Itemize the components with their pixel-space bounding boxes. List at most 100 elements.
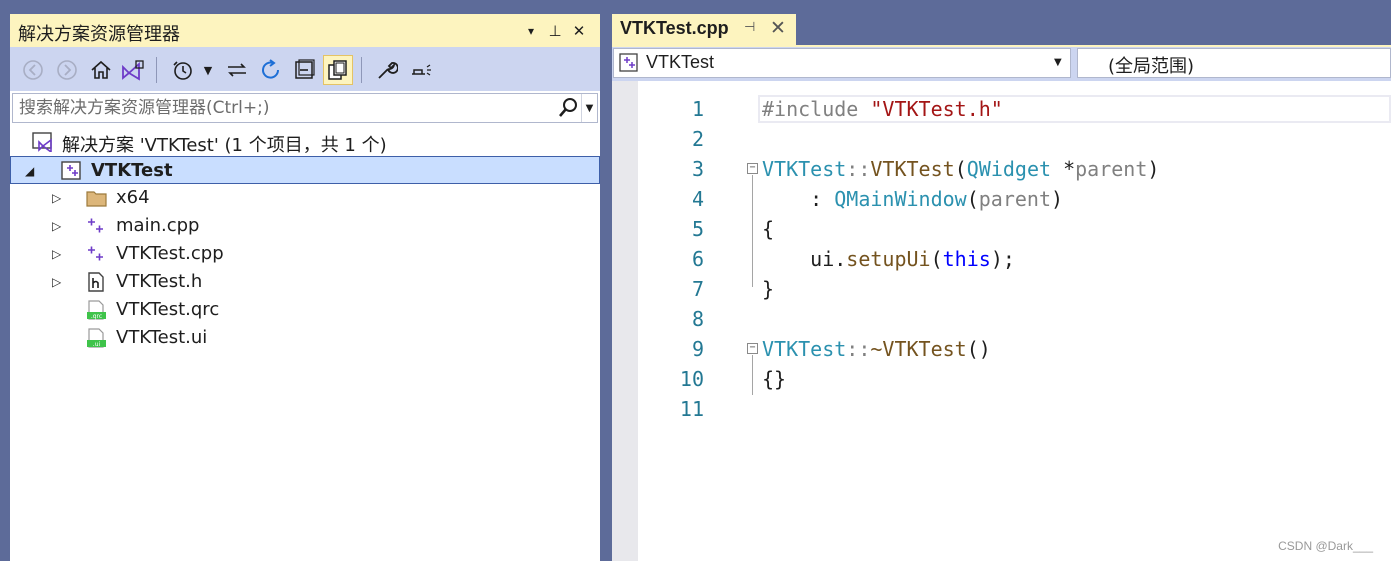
- identifier: ui: [762, 247, 835, 271]
- show-all-files-icon: [328, 60, 347, 80]
- code-text-area[interactable]: 1 2 3 4 5 6 7 8 9 10 11 − − #include "VT…: [612, 81, 1391, 561]
- ui-file-icon: .ui: [86, 328, 108, 348]
- string-literal: "VTKTest.h": [870, 97, 1003, 121]
- watermark: CSDN @Dark___: [1278, 539, 1373, 553]
- forward-button[interactable]: [52, 55, 82, 85]
- refresh-button[interactable]: [256, 55, 286, 85]
- punctuation: (: [930, 247, 943, 271]
- code-line-3: VTKTest::VTKTest(QWidget *parent): [762, 157, 1159, 181]
- solution-explorer-panel: 解决方案资源管理器 ▾ ⊥ ✕ ▼ 搜索解决方案资源管理器(Ctrl+;) ▼ …: [10, 14, 600, 561]
- chevron-down-icon: ▼: [203, 63, 213, 77]
- tree-item-label: VTKTest.cpp: [116, 243, 224, 264]
- collapse-region-icon[interactable]: −: [747, 163, 758, 174]
- filter-dropdown-button[interactable]: ▼: [200, 55, 216, 85]
- class-name: VTKTest: [762, 157, 847, 181]
- refresh-icon: [262, 59, 280, 79]
- solution-icon: [32, 132, 54, 154]
- pin-button[interactable]: ⊥: [544, 20, 566, 42]
- show-all-files-button[interactable]: [323, 55, 353, 85]
- line-number: 3: [691, 157, 704, 181]
- properties-button[interactable]: [372, 55, 402, 85]
- search-input[interactable]: [19, 96, 549, 120]
- line-number: 4: [691, 187, 704, 211]
- function-name: setupUi: [846, 247, 931, 271]
- line-number: 5: [691, 217, 704, 241]
- function-name: VTKTest: [870, 157, 955, 181]
- indicator-margin: [612, 81, 638, 561]
- project-dropdown[interactable]: VTKTest ▼: [613, 48, 1071, 78]
- punctuation: ): [1147, 157, 1160, 181]
- tree-item-vtktest-cpp[interactable]: ▷ VTKTest.cpp: [10, 240, 600, 268]
- collapsed-triangle-icon[interactable]: ▷: [52, 246, 64, 262]
- line-number: 9: [691, 337, 704, 361]
- code-line-9: VTKTest::~VTKTest(): [762, 337, 991, 361]
- collapse-all-icon: [295, 59, 315, 79]
- home-button[interactable]: [86, 55, 116, 85]
- preview-selected-items-button[interactable]: [406, 55, 436, 85]
- tree-item-label: VTKTest.qrc: [116, 299, 220, 320]
- pointer-operator: *: [1051, 157, 1076, 181]
- tab-vtktest-cpp[interactable]: VTKTest.cpp ⊣ ✕: [612, 14, 796, 45]
- visual-studio-icon: [122, 60, 144, 81]
- tree-item-label: VTKTest.ui: [116, 327, 208, 348]
- line-number: 6: [691, 247, 704, 271]
- tree-item-vtktest-qrc[interactable]: .qrc VTKTest.qrc: [10, 296, 600, 324]
- collapse-region-icon[interactable]: −: [747, 343, 758, 354]
- collapsed-triangle-icon[interactable]: ▷: [52, 218, 64, 234]
- expanded-triangle-icon[interactable]: ◢: [25, 163, 37, 179]
- pin-tab-icon[interactable]: ⊣: [744, 20, 755, 35]
- tree-item-x64[interactable]: ▷ x64: [10, 184, 600, 212]
- collapsed-triangle-icon[interactable]: ▷: [52, 190, 64, 206]
- search-options-dropdown[interactable]: ▼: [581, 94, 597, 122]
- switch-views-button[interactable]: [118, 55, 148, 85]
- home-icon: [91, 60, 111, 79]
- close-panel-button[interactable]: ✕: [568, 20, 590, 42]
- panel-title: 解决方案资源管理器: [18, 24, 180, 45]
- punctuation: ): [1051, 187, 1064, 211]
- code-editor-pane: VTKTest.cpp ⊣ ✕ VTKTest ▼ (全局范围) 1 2 3 4…: [612, 14, 1391, 561]
- window-position-dropdown-button[interactable]: ▾: [520, 20, 542, 42]
- type-name: QWidget: [966, 157, 1052, 181]
- back-button[interactable]: [18, 55, 48, 85]
- line-number: 7: [691, 277, 704, 301]
- tab-label: VTKTest.cpp: [620, 18, 729, 38]
- tree-item-main-cpp[interactable]: ▷ main.cpp: [10, 212, 600, 240]
- back-arrow-icon: [23, 60, 43, 80]
- collapsed-triangle-icon[interactable]: ▷: [52, 274, 64, 290]
- line-number: 1: [691, 97, 704, 121]
- code-line-1: #include "VTKTest.h": [762, 97, 1003, 121]
- fold-guide-line: [752, 175, 753, 287]
- line-number: 2: [691, 127, 704, 151]
- tree-item-vtktest-ui[interactable]: .ui VTKTest.ui: [10, 324, 600, 352]
- class-name: VTKTest: [762, 337, 847, 361]
- line-number: 8: [691, 307, 704, 331]
- search-icon[interactable]: [557, 97, 579, 119]
- tree-item-label: 解决方案 'VTKTest' (1 个项目，共 1 个): [62, 135, 387, 156]
- scope-dropdown[interactable]: (全局范围): [1077, 48, 1391, 78]
- scope-operator: ::: [846, 337, 871, 361]
- toolbar-separator: [361, 57, 362, 83]
- solution-explorer-toolbar: ▼: [10, 47, 600, 91]
- sync-arrows-icon: [228, 63, 246, 77]
- cpp-project-icon: [61, 161, 83, 181]
- ui-badge: .ui: [93, 341, 101, 348]
- scope-operator: ::: [846, 157, 871, 181]
- code-line-7: }: [762, 277, 775, 301]
- code-line-10: {}: [762, 367, 787, 391]
- preview-icon: [412, 64, 431, 76]
- forward-arrow-icon: [57, 60, 77, 80]
- collapse-all-button[interactable]: [290, 55, 320, 85]
- punctuation: (): [966, 337, 991, 361]
- tree-item-solution[interactable]: 解决方案 'VTKTest' (1 个项目，共 1 个): [10, 128, 600, 156]
- folder-icon: [86, 188, 108, 208]
- sync-with-active-document-button[interactable]: [222, 55, 252, 85]
- solution-explorer-title-bar: 解决方案资源管理器 ▾ ⊥ ✕: [10, 14, 600, 47]
- close-tab-icon[interactable]: ✕: [770, 17, 786, 39]
- clock-icon: [173, 61, 192, 80]
- tree-item-project[interactable]: ◢ VTKTest: [10, 156, 600, 184]
- pending-changes-filter-button[interactable]: [168, 55, 198, 85]
- punctuation: (: [966, 187, 979, 211]
- tree-item-vtktest-h[interactable]: ▷ VTKTest.h: [10, 268, 600, 296]
- fold-guide-line: [752, 355, 753, 395]
- chevron-down-icon: ▼: [1054, 57, 1062, 68]
